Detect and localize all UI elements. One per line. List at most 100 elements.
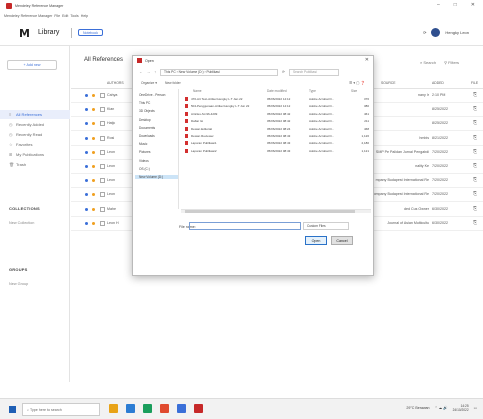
- file-column-size[interactable]: Size: [351, 89, 357, 93]
- user-name[interactable]: Hengky Leon: [445, 30, 469, 35]
- file-column-date[interactable]: Date modified: [267, 89, 287, 93]
- file-row[interactable]: 504-Penggunaan-Artikel Hengky L.T Jun 22…: [181, 103, 371, 110]
- nav-pane-item[interactable]: Documents: [139, 126, 155, 130]
- search-button[interactable]: ⌕ Search: [420, 60, 436, 65]
- menu-tools[interactable]: Tools: [70, 14, 78, 18]
- forward-arrow-icon[interactable]: →: [147, 70, 151, 74]
- file-explorer-icon[interactable]: [109, 404, 118, 413]
- menu-file[interactable]: File: [54, 14, 60, 18]
- notebook-button[interactable]: Notebook: [78, 29, 103, 36]
- minimize-button[interactable]: –: [437, 2, 440, 8]
- file-row[interactable]: Daftar Isi 05/06/2022 08:42 Adobe Acrobat …: [181, 118, 371, 125]
- row-checkbox[interactable]: [100, 107, 105, 113]
- menu-help[interactable]: Help: [81, 14, 88, 18]
- sidebar-item-my-publications[interactable]: ⊞ My Publications: [0, 150, 70, 159]
- nav-pane-item[interactable]: OneDrive - Person: [139, 93, 165, 97]
- row-checkbox[interactable]: [100, 121, 105, 127]
- menu-app[interactable]: Mendeley Reference Manager: [4, 14, 52, 18]
- nav-pane-item[interactable]: Downloads: [139, 134, 155, 138]
- filters-button[interactable]: ⚲ Filters: [444, 60, 459, 65]
- column-authors[interactable]: AUTHORS: [107, 81, 124, 85]
- horizontal-scrollbar[interactable]: [181, 209, 371, 213]
- sidebar-item-trash[interactable]: 🗑 Trash: [0, 160, 70, 169]
- row-checkbox[interactable]: [100, 220, 105, 226]
- open-button[interactable]: Open: [305, 236, 327, 245]
- nav-pane-item[interactable]: Desktop: [139, 118, 151, 122]
- attachment-icon[interactable]: ⎘: [473, 177, 477, 183]
- nav-pane-item[interactable]: Music: [139, 142, 147, 146]
- file-row[interactable]: Articles-SJ-96-4209 05/06/2022 08:42 Adobe…: [181, 111, 371, 118]
- attachment-icon[interactable]: ⎘: [473, 120, 477, 126]
- sidebar-item-favorites[interactable]: ☆ Favorites: [0, 140, 70, 149]
- mail-icon[interactable]: [177, 404, 186, 413]
- view-options-icon[interactable]: ☰ ▾ ▢ ❓: [349, 81, 365, 85]
- up-arrow-icon[interactable]: ↑: [154, 70, 156, 74]
- column-added[interactable]: ADDED: [432, 81, 444, 85]
- nav-pane-item[interactable]: This PC: [139, 101, 150, 105]
- refresh-icon[interactable]: ⟳: [282, 70, 285, 74]
- cancel-button[interactable]: Cancel: [331, 236, 353, 245]
- row-checkbox[interactable]: [100, 93, 105, 98]
- file-row[interactable]: 470-Art Text-Artikel Hengky L.T Jan 22 05…: [181, 96, 371, 103]
- office-icon[interactable]: [160, 404, 169, 413]
- nav-pane-item[interactable]: Pictures: [139, 150, 151, 154]
- attachment-icon[interactable]: ⎘: [473, 206, 477, 212]
- add-new-button[interactable]: + Add new: [7, 60, 57, 70]
- scrollbar-thumb[interactable]: [185, 210, 355, 213]
- dialog-close-icon[interactable]: ✕: [365, 57, 369, 63]
- maximize-button[interactable]: □: [454, 2, 457, 8]
- sidebar-item-recently-added[interactable]: ◷ Recently Added: [0, 120, 70, 129]
- file-type-select[interactable]: Custom Files: [303, 222, 349, 230]
- file-row[interactable]: Laporan Publikasi2 05/06/2022 08:43 Adobe …: [181, 148, 371, 155]
- new-collection-link[interactable]: New Collection: [9, 221, 34, 225]
- organize-button[interactable]: Organize ▾: [141, 81, 157, 85]
- new-folder-button[interactable]: New folder: [165, 81, 181, 85]
- sync-icon[interactable]: ⟳: [423, 30, 426, 35]
- avatar[interactable]: [431, 28, 441, 37]
- browser-icon[interactable]: [126, 404, 135, 413]
- file-name-input[interactable]: [189, 222, 301, 230]
- windows-start-icon[interactable]: [9, 406, 16, 413]
- mendeley-taskbar-icon[interactable]: [194, 404, 203, 413]
- sidebar-item-recently-read[interactable]: ◷ Recently Read: [0, 130, 70, 139]
- file-column-name[interactable]: Name: [193, 89, 202, 93]
- chrome-icon[interactable]: [143, 404, 152, 413]
- nav-pane-item[interactable]: OS (C:): [139, 167, 150, 171]
- back-arrow-icon[interactable]: ←: [139, 70, 143, 74]
- attachment-icon[interactable]: ⎘: [473, 92, 477, 98]
- row-checkbox[interactable]: [100, 192, 105, 198]
- sidebar-item-label: Recently Added: [16, 122, 45, 127]
- dialog-search-input[interactable]: Search Publikasi: [289, 68, 339, 76]
- file-type: Adobe Acrobat D...: [309, 97, 335, 101]
- file-row[interactable]: Dewan Reviewer 05/06/2022 08:43 Adobe Acro…: [181, 133, 371, 140]
- row-checkbox[interactable]: [100, 149, 105, 155]
- attachment-icon[interactable]: ⎘: [473, 163, 477, 169]
- column-file[interactable]: FILE: [471, 81, 478, 85]
- sidebar-item-all-references[interactable]: ≡ All References: [0, 110, 70, 119]
- file-row[interactable]: Dewan Editorial 05/06/2022 08:24 Adobe Acr…: [181, 126, 371, 133]
- attachment-icon[interactable]: ⎘: [473, 106, 477, 112]
- file-row[interactable]: Laporan Publikasi1 05/06/2022 08:43 Adobe …: [181, 140, 371, 147]
- nav-pane-item[interactable]: New Volume (D:): [135, 175, 178, 179]
- column-source[interactable]: SOURCE: [381, 81, 396, 85]
- nav-pane-item[interactable]: Videos: [139, 159, 149, 163]
- tray-icons[interactable]: ⌃ ☁ 🔊: [435, 406, 448, 410]
- attachment-icon[interactable]: ⎘: [473, 220, 477, 226]
- taskbar-search-input[interactable]: ⌕ Type here to search: [22, 403, 100, 416]
- weather-status[interactable]: 29°C Berawan: [406, 406, 429, 410]
- row-checkbox[interactable]: [100, 206, 105, 212]
- attachment-icon[interactable]: ⎘: [473, 149, 477, 155]
- new-group-link[interactable]: New Group: [9, 282, 28, 286]
- row-checkbox[interactable]: [100, 135, 105, 141]
- attachment-icon[interactable]: ⎘: [473, 135, 477, 141]
- notification-icon[interactable]: ▭: [474, 406, 477, 410]
- close-window-button[interactable]: ✕: [471, 2, 475, 8]
- nav-pane-item[interactable]: 3D Objects: [139, 109, 155, 113]
- attachment-icon[interactable]: ⎘: [473, 191, 477, 197]
- clock[interactable]: 14:25 24/10/2022: [453, 404, 469, 412]
- row-checkbox[interactable]: [100, 178, 105, 184]
- address-bar[interactable]: This PC › New Volume (D:) › Publikasi: [159, 68, 278, 76]
- row-checkbox[interactable]: [100, 164, 105, 169]
- file-column-type[interactable]: Type: [309, 89, 316, 93]
- menu-edit[interactable]: Edit: [62, 14, 68, 18]
